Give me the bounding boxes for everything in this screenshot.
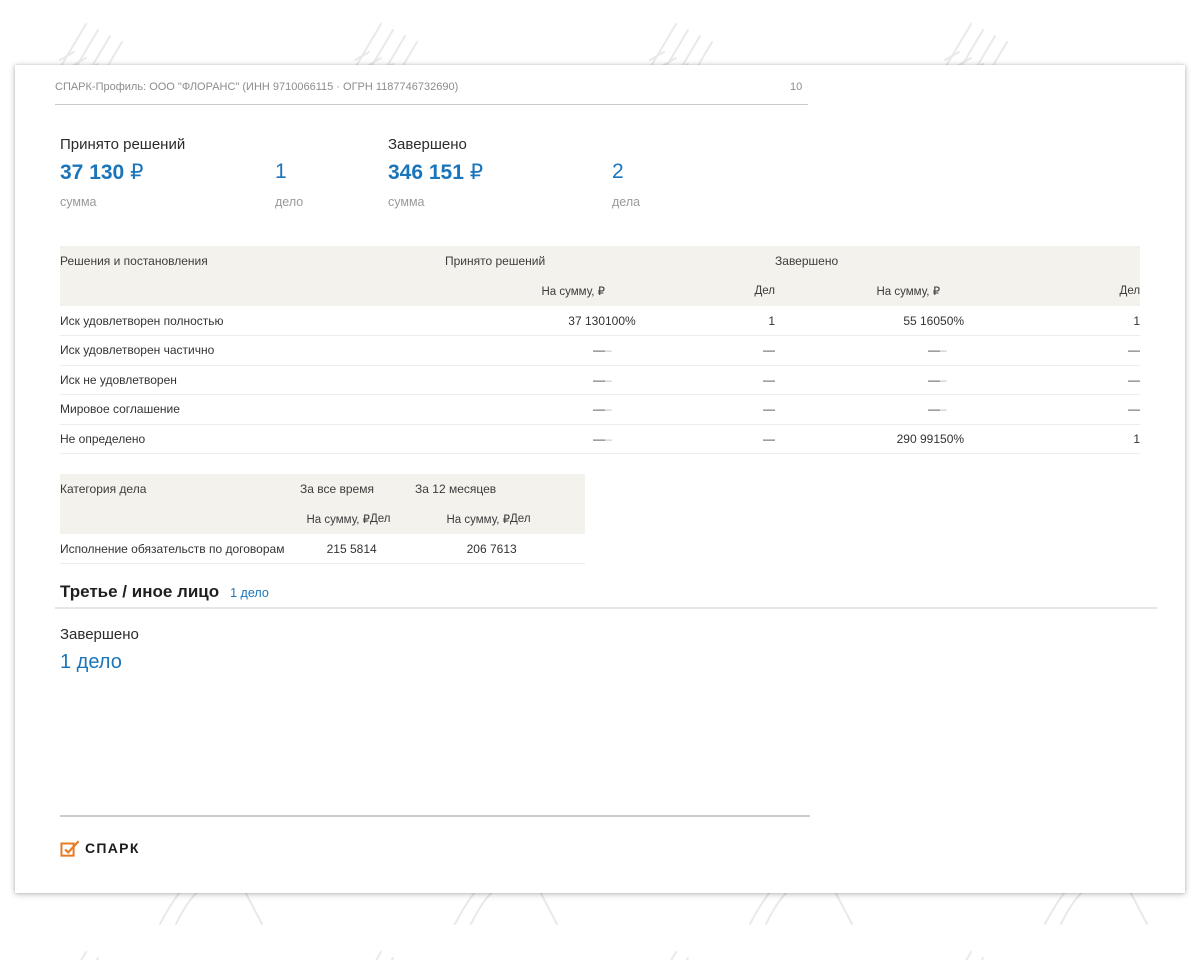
row-label: Не определено xyxy=(60,424,445,454)
row-label: Исполнение обязательств по договорам xyxy=(60,534,300,564)
category-table-col-header: На сумму, ₽ Дел На сумму, ₽ Дел xyxy=(60,504,585,534)
cell-pct-decided: – xyxy=(605,424,685,454)
cell-cases-completed[interactable]: 1 xyxy=(1020,306,1140,336)
cell-cases-completed[interactable]: 1 xyxy=(1020,424,1140,454)
cell-pct-completed: – xyxy=(940,336,1020,366)
spark-checkbox-icon xyxy=(60,839,80,857)
cell-sum-decided: — xyxy=(445,424,605,454)
footer-divider xyxy=(60,815,810,817)
cell-sum-12m[interactable]: 206 761 xyxy=(415,534,510,564)
cell-sum-completed: — xyxy=(775,336,940,366)
table-row: Иск удовлетворен полностью 37 130 100% 1… xyxy=(60,306,1140,336)
page-number: 10 xyxy=(790,81,802,93)
row-label: Мировое соглашение xyxy=(60,395,445,425)
cell-sum-decided: — xyxy=(445,336,605,366)
col-group-decided: Принято решений xyxy=(445,246,775,276)
report-header-title: СПАРК-Профиль: ООО "ФЛОРАНС" (ИНН 971006… xyxy=(55,81,458,93)
spark-logo: СПАРК xyxy=(60,839,140,857)
col-header-sum-12m: На сумму, ₽ xyxy=(415,504,510,534)
spark-logo-text: СПАРК xyxy=(85,840,140,856)
section-case-count-link[interactable]: 1 дело xyxy=(230,586,269,600)
col-header-cases-completed: Дел xyxy=(1020,276,1140,306)
row-label: Иск удовлетворен полностью xyxy=(60,306,445,336)
cell-pct-completed: – xyxy=(940,365,1020,395)
cell-pct-completed: – xyxy=(940,395,1020,425)
row-label: Иск не удовлетворен xyxy=(60,365,445,395)
cell-sum-completed: — xyxy=(775,365,940,395)
stat-decided-amount-label: сумма xyxy=(60,195,97,209)
col-header-decisions-label: Решения и постановления xyxy=(60,246,445,276)
stat-completed-count[interactable]: 2 xyxy=(612,160,624,184)
cell-cases-all[interactable]: 4 xyxy=(370,534,415,564)
decisions-table-group-header: Решения и постановления Принято решений … xyxy=(60,246,1140,276)
table-row: Иск не удовлетворен — – — — – — xyxy=(60,365,1140,395)
category-table: Категория дела За все время За 12 месяце… xyxy=(60,474,585,564)
cell-sum-completed[interactable]: 55 160 xyxy=(775,306,940,336)
category-table-group-header: Категория дела За все время За 12 месяце… xyxy=(60,474,585,504)
col-header-cases-decided: Дел xyxy=(685,276,775,306)
section-title-third-party: Третье / иное лицо 1 дело xyxy=(60,582,269,602)
cell-cases-decided: — xyxy=(685,365,775,395)
cell-cases-decided: — xyxy=(685,424,775,454)
cell-sum-decided: — xyxy=(445,395,605,425)
decisions-table-col-header: На сумму, ₽ Дел На сумму, ₽ Дел xyxy=(60,276,1140,306)
col-header-sum-all: На сумму, ₽ xyxy=(300,504,370,534)
stat-completed-count-label: дела xyxy=(612,195,640,209)
col-header-sum-decided: На сумму, ₽ xyxy=(445,276,605,306)
cell-pct-decided: – xyxy=(605,395,685,425)
third-party-completed-title: Завершено xyxy=(60,626,139,643)
ruble-sign: ₽ xyxy=(470,161,483,184)
stat-completed-title: Завершено xyxy=(388,136,467,153)
cell-cases-decided: — xyxy=(685,395,775,425)
col-header-sum-completed: На сумму, ₽ xyxy=(775,276,940,306)
col-header-cases-12m: Дел xyxy=(510,504,585,534)
cell-cases-decided: — xyxy=(685,336,775,366)
cell-cases-completed: — xyxy=(1020,365,1140,395)
cell-cases-completed: — xyxy=(1020,336,1140,366)
stat-decided-count[interactable]: 1 xyxy=(275,160,287,184)
third-party-completed-value[interactable]: 1 дело xyxy=(60,651,122,674)
cell-pct-decided: – xyxy=(605,336,685,366)
col-group-12m: За 12 месяцев xyxy=(415,474,585,504)
stat-completed-amount-label: сумма xyxy=(388,195,425,209)
ruble-sign: ₽ xyxy=(130,161,143,184)
cell-sum-all[interactable]: 215 581 xyxy=(300,534,370,564)
cell-sum-decided: — xyxy=(445,365,605,395)
table-row: Мировое соглашение — – — — – — xyxy=(60,395,1140,425)
cell-cases-completed: — xyxy=(1020,395,1140,425)
cell-cases-12m[interactable]: 3 xyxy=(510,534,585,564)
cell-pct-decided: 100% xyxy=(605,306,685,336)
col-header-category-label: Категория дела xyxy=(60,474,300,504)
stat-decided-count-label: дело xyxy=(275,195,303,209)
cell-cases-decided[interactable]: 1 xyxy=(685,306,775,336)
stat-completed-amount-value: 346 151 xyxy=(388,161,464,184)
cell-sum-decided[interactable]: 37 130 xyxy=(445,306,605,336)
cell-sum-completed: — xyxy=(775,395,940,425)
stat-decided-title: Принято решений xyxy=(60,136,185,153)
section-title-text: Третье / иное лицо xyxy=(60,582,219,601)
col-group-completed: Завершено xyxy=(775,246,1140,276)
row-label: Иск удовлетворен частично xyxy=(60,336,445,366)
cell-pct-decided: – xyxy=(605,365,685,395)
section-divider xyxy=(55,607,1157,609)
table-row: Не определено — – — 290 991 50% 1 xyxy=(60,424,1140,454)
cell-pct-completed: 50% xyxy=(940,306,1020,336)
cell-pct-completed: 50% xyxy=(940,424,1020,454)
stat-decided-amount[interactable]: 37 130 ₽ xyxy=(60,160,143,185)
report-page: СПАРК-Профиль: ООО "ФЛОРАНС" (ИНН 971006… xyxy=(15,65,1185,893)
header-divider xyxy=(55,104,808,105)
stat-completed-amount[interactable]: 346 151 ₽ xyxy=(388,160,483,185)
col-header-cases-all: Дел xyxy=(370,504,415,534)
stat-decided-amount-value: 37 130 xyxy=(60,161,124,184)
decisions-table: Решения и постановления Принято решений … xyxy=(60,246,1140,454)
table-row: Иск удовлетворен частично — – — — – — xyxy=(60,336,1140,366)
col-group-all-time: За все время xyxy=(300,474,415,504)
cell-sum-completed[interactable]: 290 991 xyxy=(775,424,940,454)
table-row: Исполнение обязательств по договорам 215… xyxy=(60,534,585,564)
